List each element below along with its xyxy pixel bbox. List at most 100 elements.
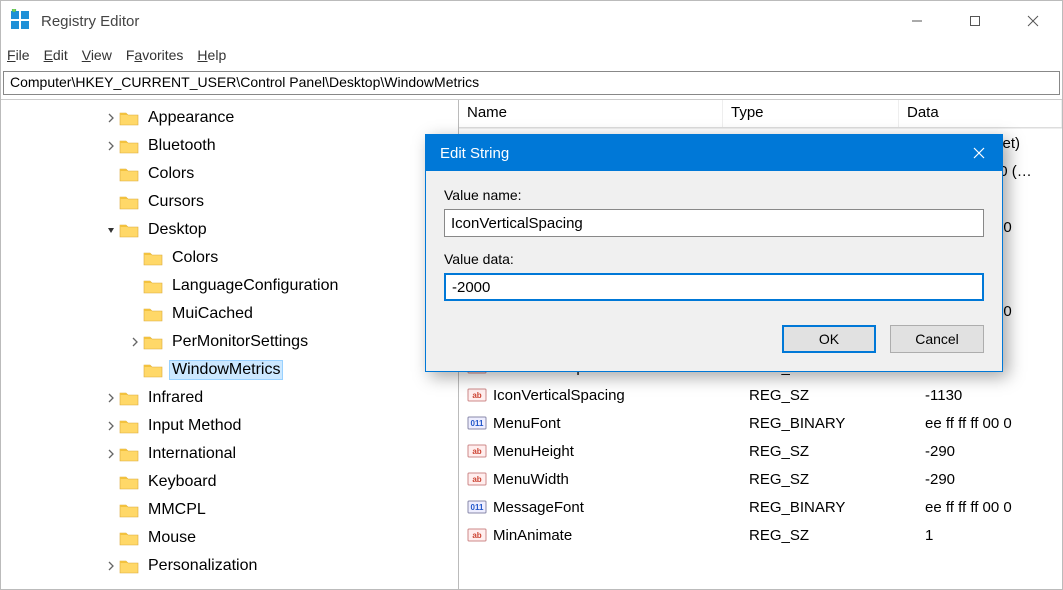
- list-row[interactable]: abMinAnimateREG_SZ1: [459, 521, 1062, 549]
- expand-chevron-icon[interactable]: [103, 419, 119, 434]
- cell-type: REG_SZ: [749, 471, 925, 488]
- cell-type: REG_BINARY: [749, 499, 925, 516]
- close-button[interactable]: [1004, 1, 1062, 41]
- value-name-input[interactable]: [444, 209, 984, 237]
- menu-favorites[interactable]: Favorites: [126, 47, 184, 63]
- tree-item-languageconfiguration[interactable]: LanguageConfiguration: [1, 272, 458, 300]
- menu-edit[interactable]: Edit: [44, 47, 68, 63]
- cell-data: ee ff ff ff 00 0: [925, 415, 1062, 432]
- ok-button[interactable]: OK: [782, 325, 876, 353]
- cell-name: MenuHeight: [493, 443, 749, 460]
- tree-item-infrared[interactable]: Infrared: [1, 384, 458, 412]
- cell-name: MessageFont: [493, 499, 749, 516]
- cell-name: MenuFont: [493, 415, 749, 432]
- tree-item-label: MuiCached: [169, 305, 256, 323]
- column-header-data[interactable]: Data: [899, 100, 1062, 127]
- tree-item-label: Colors: [145, 165, 197, 183]
- tree-item-input-method[interactable]: Input Method: [1, 412, 458, 440]
- cell-name: MinAnimate: [493, 527, 749, 544]
- tree-item-label: Infrared: [145, 389, 206, 407]
- expand-chevron-icon[interactable]: [103, 391, 119, 406]
- list-header: Name Type Data: [459, 100, 1062, 128]
- expand-chevron-icon[interactable]: [103, 111, 119, 126]
- minimize-button[interactable]: [888, 1, 946, 41]
- tree-item-label: MMCPL: [145, 501, 209, 519]
- cell-data: -1130: [925, 387, 1062, 404]
- expand-chevron-icon[interactable]: [103, 223, 119, 238]
- tree-item-label: Cursors: [145, 193, 207, 211]
- svg-text:011: 011: [471, 419, 484, 428]
- svg-text:011: 011: [471, 503, 484, 512]
- address-bar[interactable]: Computer\HKEY_CURRENT_USER\Control Panel…: [3, 71, 1060, 95]
- cell-type: REG_SZ: [749, 443, 925, 460]
- list-row[interactable]: 011 MenuFontREG_BINARYee ff ff ff 00 0: [459, 409, 1062, 437]
- tree-item-mmcpl[interactable]: MMCPL: [1, 496, 458, 524]
- column-header-type[interactable]: Type: [723, 100, 899, 127]
- tree-item-cursors[interactable]: Cursors: [1, 188, 458, 216]
- cell-type: REG_BINARY: [749, 415, 925, 432]
- titlebar: Registry Editor: [1, 1, 1062, 41]
- tree-item-label: International: [145, 445, 239, 463]
- menubar: File Edit View Favorites Help: [1, 41, 1062, 69]
- svg-text:ab: ab: [472, 475, 481, 484]
- dialog-title: Edit String: [440, 145, 956, 162]
- value-icon: ab: [467, 470, 487, 488]
- window-title: Registry Editor: [41, 13, 888, 30]
- tree-item-label: Input Method: [145, 417, 244, 435]
- tree-item-mouse[interactable]: Mouse: [1, 524, 458, 552]
- list-row[interactable]: ab IconVerticalSpacingREG_SZ-1130: [459, 381, 1062, 409]
- list-row[interactable]: ab MenuHeightREG_SZ-290: [459, 437, 1062, 465]
- value-data-label: Value data:: [444, 251, 984, 267]
- svg-text:ab: ab: [472, 531, 481, 540]
- dialog-close-button[interactable]: [956, 135, 1002, 171]
- expand-chevron-icon[interactable]: [103, 559, 119, 574]
- tree-item-colors[interactable]: Colors: [1, 160, 458, 188]
- list-row[interactable]: 011 MessageFontREG_BINARYee ff ff ff 00 0: [459, 493, 1062, 521]
- cell-name: IconVerticalSpacing: [493, 387, 749, 404]
- menu-file[interactable]: File: [7, 47, 30, 63]
- tree-item-label: Appearance: [145, 109, 237, 127]
- tree-item-permonitorsettings[interactable]: PerMonitorSettings: [1, 328, 458, 356]
- cell-data: ee ff ff ff 00 0: [925, 499, 1062, 516]
- svg-text:ab: ab: [472, 391, 481, 400]
- tree-item-label: Colors: [169, 249, 221, 267]
- cell-name: MenuWidth: [493, 471, 749, 488]
- svg-text:ab: ab: [472, 447, 481, 456]
- cancel-button[interactable]: Cancel: [890, 325, 984, 353]
- tree-item-label: Personalization: [145, 557, 260, 575]
- tree-item-label: WindowMetrics: [169, 360, 283, 380]
- tree-item-muicached[interactable]: MuiCached: [1, 300, 458, 328]
- cell-data: -290: [925, 471, 1062, 488]
- edit-string-dialog: Edit String Value name: Value data: OK C…: [425, 134, 1003, 372]
- column-header-name[interactable]: Name: [459, 100, 723, 127]
- menu-help[interactable]: Help: [197, 47, 226, 63]
- tree-item-appearance[interactable]: Appearance: [1, 104, 458, 132]
- dialog-titlebar: Edit String: [426, 135, 1002, 171]
- tree-item-label: PerMonitorSettings: [169, 333, 311, 351]
- cell-data: -290: [925, 443, 1062, 460]
- tree-item-label: Mouse: [145, 529, 199, 547]
- maximize-button[interactable]: [946, 1, 1004, 41]
- value-icon: ab: [467, 442, 487, 460]
- list-row[interactable]: ab MenuWidthREG_SZ-290: [459, 465, 1062, 493]
- value-icon: ab: [467, 386, 487, 404]
- menu-view[interactable]: View: [82, 47, 112, 63]
- expand-chevron-icon[interactable]: [103, 447, 119, 462]
- tree-item-international[interactable]: International: [1, 440, 458, 468]
- tree-item-bluetooth[interactable]: Bluetooth: [1, 132, 458, 160]
- tree-pane[interactable]: Appearance Bluetooth Colors Cursors Desktop C…: [1, 100, 459, 589]
- expand-chevron-icon[interactable]: [127, 335, 143, 350]
- value-icon: 011: [467, 414, 487, 432]
- tree-item-label: LanguageConfiguration: [169, 277, 341, 295]
- tree-item-windowmetrics[interactable]: WindowMetrics: [1, 356, 458, 384]
- tree-item-keyboard[interactable]: Keyboard: [1, 468, 458, 496]
- cell-data: 1: [925, 527, 1062, 544]
- value-data-input[interactable]: [444, 273, 984, 301]
- tree-item-colors[interactable]: Colors: [1, 244, 458, 272]
- tree-item-desktop[interactable]: Desktop: [1, 216, 458, 244]
- expand-chevron-icon[interactable]: [103, 139, 119, 154]
- tree-item-personalization[interactable]: Personalization: [1, 552, 458, 580]
- value-icon: ab: [467, 526, 487, 544]
- cell-type: REG_SZ: [749, 387, 925, 404]
- value-icon: 011: [467, 498, 487, 516]
